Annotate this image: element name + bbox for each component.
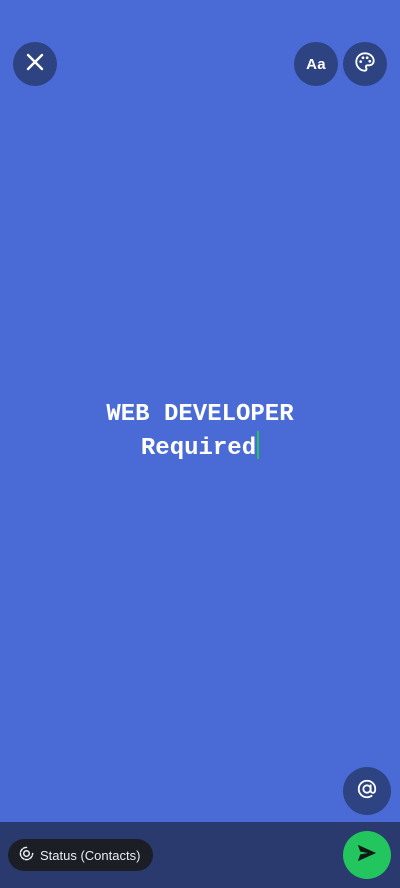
send-button[interactable] xyxy=(343,831,391,879)
send-icon xyxy=(356,843,378,868)
palette-icon xyxy=(354,51,376,78)
close-button[interactable] xyxy=(13,42,57,86)
status-ring-icon xyxy=(19,846,34,864)
status-audience-chip[interactable]: Status (Contacts) xyxy=(8,839,154,871)
mention-button[interactable] xyxy=(343,767,391,815)
status-audience-label: Status (Contacts) xyxy=(40,847,141,863)
status-text-line-2-wrap: Required xyxy=(0,431,400,465)
status-text-content[interactable]: WEB DEVELOPER Required xyxy=(0,398,400,465)
status-editor-canvas[interactable]: Aa WEB DEVELOPER Required xyxy=(0,0,400,822)
font-style-button[interactable]: Aa xyxy=(294,42,338,86)
font-style-label: Aa xyxy=(306,55,326,73)
status-text-line-1: WEB DEVELOPER xyxy=(106,401,294,428)
color-palette-button[interactable] xyxy=(343,42,387,86)
bottom-bar: Status (Contacts) xyxy=(0,822,400,888)
at-sign-icon xyxy=(356,778,378,805)
close-icon xyxy=(26,53,44,76)
status-text-line-2: Required xyxy=(140,435,257,462)
text-caret xyxy=(257,431,260,459)
